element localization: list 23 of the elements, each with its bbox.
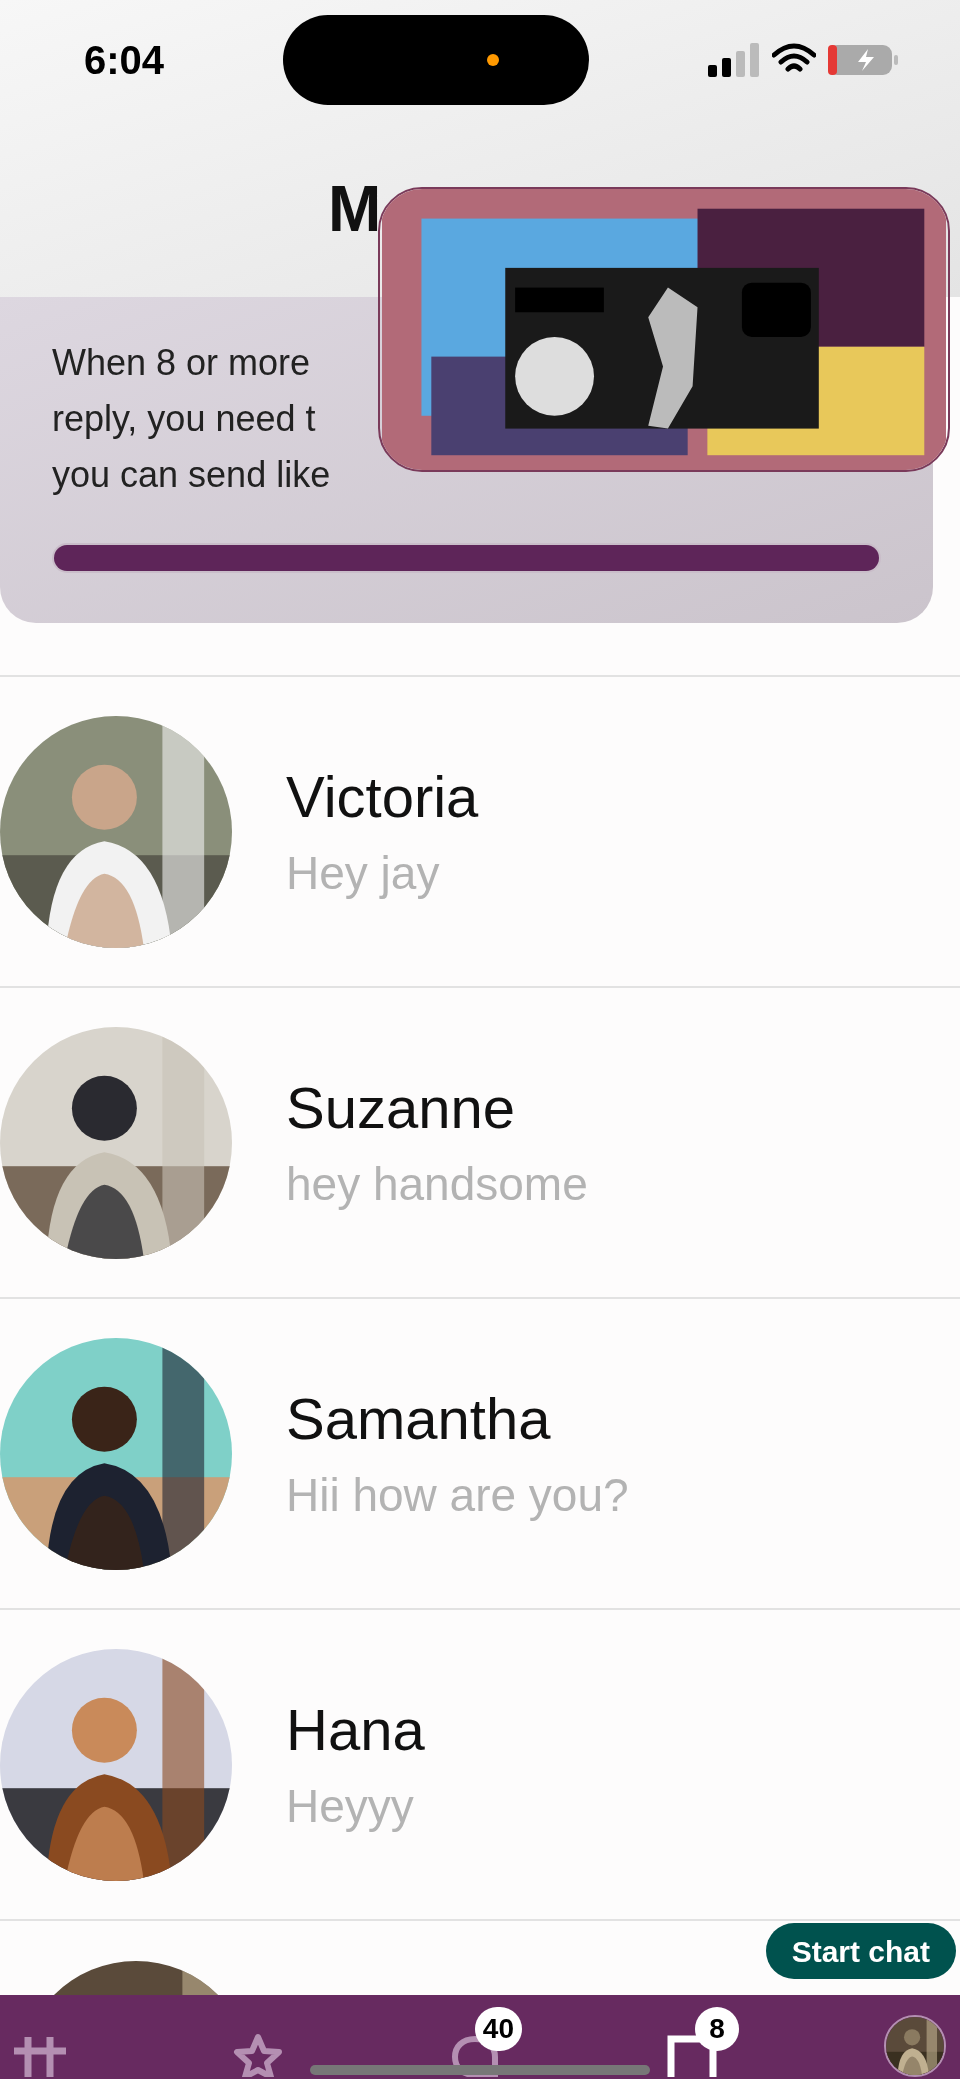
count-badge: 40 <box>474 2007 522 2051</box>
contact-name: Samantha <box>286 1386 552 1451</box>
signal-icon <box>708 43 760 77</box>
message-preview: Hii how are you? <box>286 1468 629 1521</box>
chat-row[interactable]: Hana Heyyy <box>0 1610 960 1921</box>
contact-name: Hana <box>286 1697 425 1762</box>
page-title: M <box>328 171 382 247</box>
notice-text: reply, you need t <box>52 397 317 441</box>
message-preview: hey handsome <box>286 1157 588 1210</box>
status-time: 6:04 <box>84 37 165 84</box>
contact-name: Suzanne <box>286 1075 516 1140</box>
start-chat-button[interactable]: Start chat <box>765 1923 956 1979</box>
chat-row[interactable]: Suzanne hey handsome <box>0 988 960 1299</box>
message-preview: Hey jay <box>286 846 441 899</box>
star-icon[interactable] <box>233 2033 283 2077</box>
chat-row[interactable]: Samantha Hii how are you? <box>0 1299 960 1610</box>
chat-row[interactable]: Victoria Hey jay <box>0 677 960 988</box>
notice-text: you can send like <box>52 453 332 497</box>
notice-text: When 8 or more <box>52 341 312 385</box>
count-badge: 8 <box>695 2007 739 2051</box>
battery-icon <box>828 43 900 77</box>
contact-name: Victoria <box>286 764 479 829</box>
message-preview: Heyyy <box>286 1779 415 1832</box>
